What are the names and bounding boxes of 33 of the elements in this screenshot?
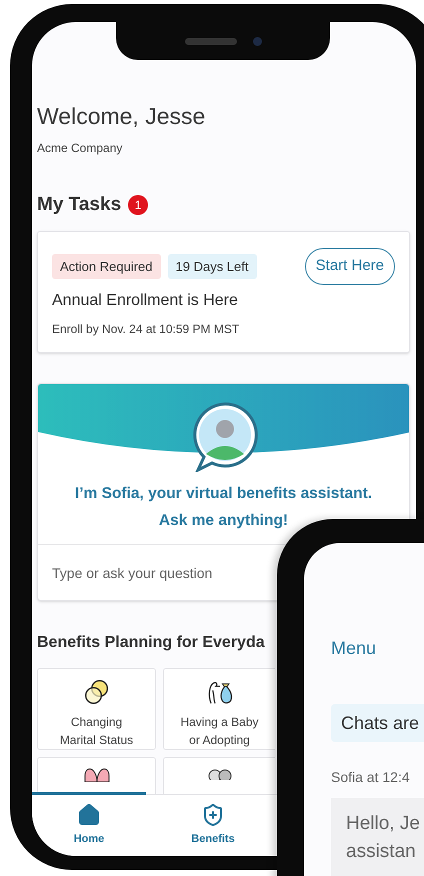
tile-label: Changing Marital Status [58, 714, 134, 750]
status-tag: Action Required [52, 254, 160, 280]
tasks-title: My Tasks [37, 192, 122, 217]
message-sender: Sofia at 12:4 [331, 768, 411, 787]
assistant-intro: I’m Sofia, your virtual benefits assistant. [74, 484, 374, 504]
nav-tab[interactable]: Benefits [146, 795, 280, 856]
message-line: Hello, Je [346, 812, 421, 836]
home-icon [77, 803, 101, 828]
assistant-prompt: Ask me anything! [158, 511, 290, 531]
welcome-title: Welcome, Jesse [37, 102, 206, 131]
planning-tile[interactable]: Having a Baby or Adopting [163, 668, 275, 750]
assistant-avatar-icon [192, 402, 258, 472]
nav-tab[interactable]: Home [32, 792, 146, 856]
speaker-grille [184, 38, 236, 44]
chat-notice: Chats are [331, 704, 424, 742]
people-icon [206, 768, 232, 780]
start-button[interactable]: Start Here [304, 248, 395, 285]
status-tag: 19 Days Left [168, 254, 256, 280]
question-input-field[interactable]: Type or ask your question [38, 545, 274, 600]
menu-link[interactable]: Menu [331, 635, 424, 662]
planning-tile[interactable] [163, 757, 275, 794]
shield-plus-icon [201, 803, 225, 828]
planning-tile[interactable] [37, 757, 156, 794]
tile-label: Having a Baby or Adopting [179, 714, 260, 750]
planning-title: Benefits Planning for Everyda [37, 633, 265, 654]
task-count-badge: 1 [128, 195, 148, 215]
planning-tile[interactable]: Changing Marital Status [37, 668, 156, 750]
camera-icon [252, 36, 262, 46]
heart-icon [84, 768, 110, 782]
task-title: Annual Enrollment is Here [52, 290, 239, 311]
company-name: Acme Company [37, 140, 124, 157]
task-due-date: Enroll by Nov. 24 at 10:59 PM MST [52, 320, 240, 338]
message-line: assistan [346, 840, 417, 864]
